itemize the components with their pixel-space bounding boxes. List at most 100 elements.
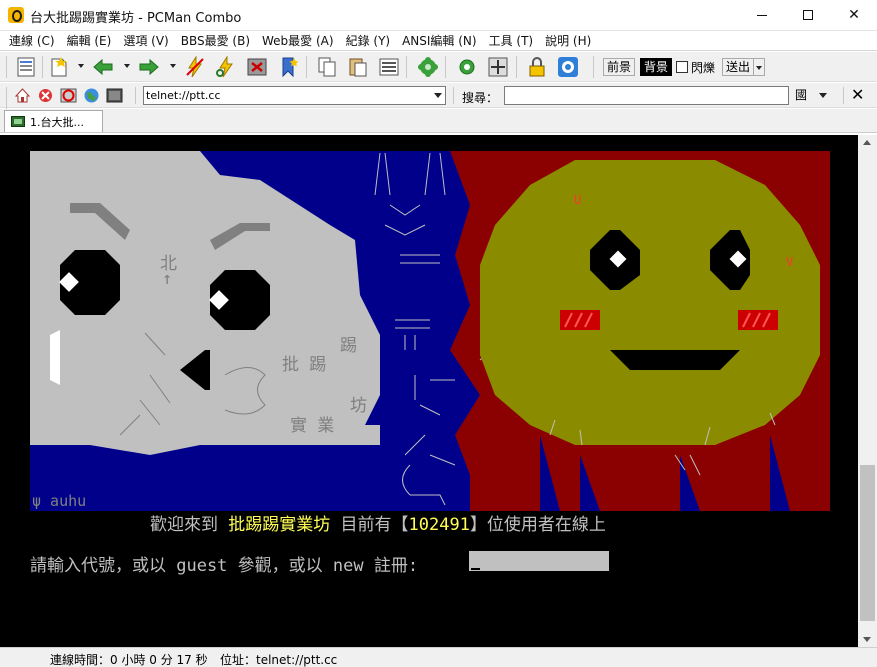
tab-ptt[interactable]: 1.台大批... [4,110,103,132]
menu-web-favorites[interactable]: Web最愛 (A) [256,32,340,49]
close-icon: ✕ [848,7,860,23]
art-char-piti: 批 踢 [282,355,327,375]
text-cursor [471,568,480,570]
address-input[interactable] [146,88,426,103]
art-letter-u: U [574,193,582,207]
disconnect-icon[interactable] [184,56,206,78]
no-script-icon[interactable] [60,87,77,104]
minimize-button[interactable] [739,0,785,30]
new-connection-dropdown[interactable] [78,64,84,68]
sun-right-cheek [738,310,778,330]
sun-left-cheek [560,310,600,330]
welcome-prefix: 歡迎來到 [150,515,229,535]
address-dropdown-icon[interactable] [434,93,442,98]
toolbar-grip [6,87,7,109]
maximize-icon [803,10,813,20]
copy-icon[interactable] [316,56,338,78]
menu-help[interactable]: 說明 (H) [539,32,597,49]
terminal-screen[interactable]: 北 ↑ 批 踢 踢 坊 實 業 U V ψ auhu 歡迎來到 批踢踢實業坊 目… [0,135,858,647]
address-toolbar: 搜尋： 國 ✕ [0,83,877,109]
copy-article-icon[interactable] [378,56,400,78]
art-char-shiye: 實 業 [290,416,335,436]
terminal-icon[interactable] [106,87,123,104]
home-icon[interactable] [14,87,31,104]
status-address: 位址：telnet://ptt.cc [220,653,338,667]
connection-time: 連線時間：0 小時 0 分 17 秒 [50,653,208,667]
scroll-up-arrow-icon[interactable] [863,140,871,145]
forward-dropdown[interactable] [170,64,176,68]
add-favorite-icon[interactable] [278,56,300,78]
cloud-left-eye [59,250,120,315]
art-char-ti: 踢 [340,336,357,356]
emoticon-icon[interactable] [417,56,439,78]
terminal-tab-icon [11,116,25,127]
tab-label: 1.台大批... [30,115,84,129]
menu-log[interactable]: 紀錄 (Y) [340,32,397,49]
welcome-line: 歡迎來到 批踢踢實業坊 目前有【102491】位使用者在線上 [150,510,606,535]
title-bar: 台大批踢踢實業坊 - PCMan Combo ✕ [0,0,877,31]
send-button[interactable]: 送出 [722,58,755,76]
art-char-arrow: ↑ [162,269,173,289]
tab-bar: 1.台大批... [0,109,877,133]
minimize-icon [757,14,767,16]
toolbar-separator [135,87,136,104]
new-connection-icon[interactable] [48,56,70,78]
reconnect-icon[interactable] [215,56,237,78]
background-color-button[interactable]: 背景 [640,58,673,76]
art-letter-v: V [786,255,794,269]
address-combobox[interactable] [143,86,446,105]
terminal-scrollbar[interactable] [858,135,877,647]
foreground-color-button[interactable]: 前景 [603,58,636,76]
forward-arrow-icon[interactable] [138,56,160,78]
search-input[interactable] [504,86,789,105]
sun-mouth [610,350,740,370]
paste-icon[interactable] [347,56,369,78]
search-label: 搜尋： [462,91,499,105]
blink-checkbox[interactable] [676,61,688,73]
blink-label: 閃爍 [691,61,716,75]
close-button[interactable]: ✕ [831,0,877,30]
toolbar-separator [516,56,517,78]
toolbar-separator [593,56,594,78]
toolbar-grip [6,56,7,78]
send-dropdown[interactable] [753,58,765,76]
toolbar-separator [843,87,844,104]
toolbar-separator [445,56,446,78]
login-prompt: 請輸入代號，或以 guest 參觀，或以 new 註冊: [30,556,429,576]
app-logo-icon [8,7,24,23]
cloud-highlight [50,330,60,385]
scroll-down-arrow-icon[interactable] [863,637,871,642]
maximize-button[interactable] [785,0,831,30]
scroll-thumb[interactable] [860,465,875,621]
toolbar-separator [406,56,407,78]
fullscreen-icon[interactable] [487,56,509,78]
main-toolbar: 前景 背景 閃爍 送出 [0,52,877,82]
settings-gear-icon[interactable] [456,56,478,78]
welcome-site-name: 批踢踢實業坊 [228,515,331,535]
pcman-logo-icon[interactable] [557,56,579,78]
menu-tools[interactable]: 工具 (T) [483,32,540,49]
art-sun [480,160,820,445]
art-signature: ψ auhu [32,492,87,510]
back-dropdown[interactable] [124,64,130,68]
close-toolbar-icon[interactable]: ✕ [851,85,864,104]
menu-edit[interactable]: 編輯 (E) [61,32,118,49]
menu-ansi-edit[interactable]: ANSI編輯 (N) [396,32,483,49]
menu-bbs-favorites[interactable]: BBS最愛 (B) [175,32,256,49]
address-book-icon[interactable] [15,56,37,78]
globe-icon[interactable] [83,87,100,104]
online-user-count: 102491 [408,515,470,535]
close-tab-icon[interactable] [246,56,268,78]
menu-options[interactable]: 選項 (V) [117,32,174,49]
back-arrow-icon[interactable] [92,56,114,78]
art-char-fang: 坊 [350,396,367,416]
window-title: 台大批踢踢實業坊 - PCMan Combo [30,11,242,26]
toolbar-separator [306,56,307,78]
lock-icon[interactable] [526,56,548,78]
welcome-suffix: 】位使用者在線上 [469,515,606,535]
search-engine-select[interactable]: 國 [789,86,839,105]
menu-connection[interactable]: 連線 (C) [3,32,61,49]
login-input[interactable] [469,551,609,571]
status-bar: 連線時間：0 小時 0 分 17 秒 位址：telnet://ptt.cc [0,647,877,667]
stop-icon[interactable] [37,87,54,104]
